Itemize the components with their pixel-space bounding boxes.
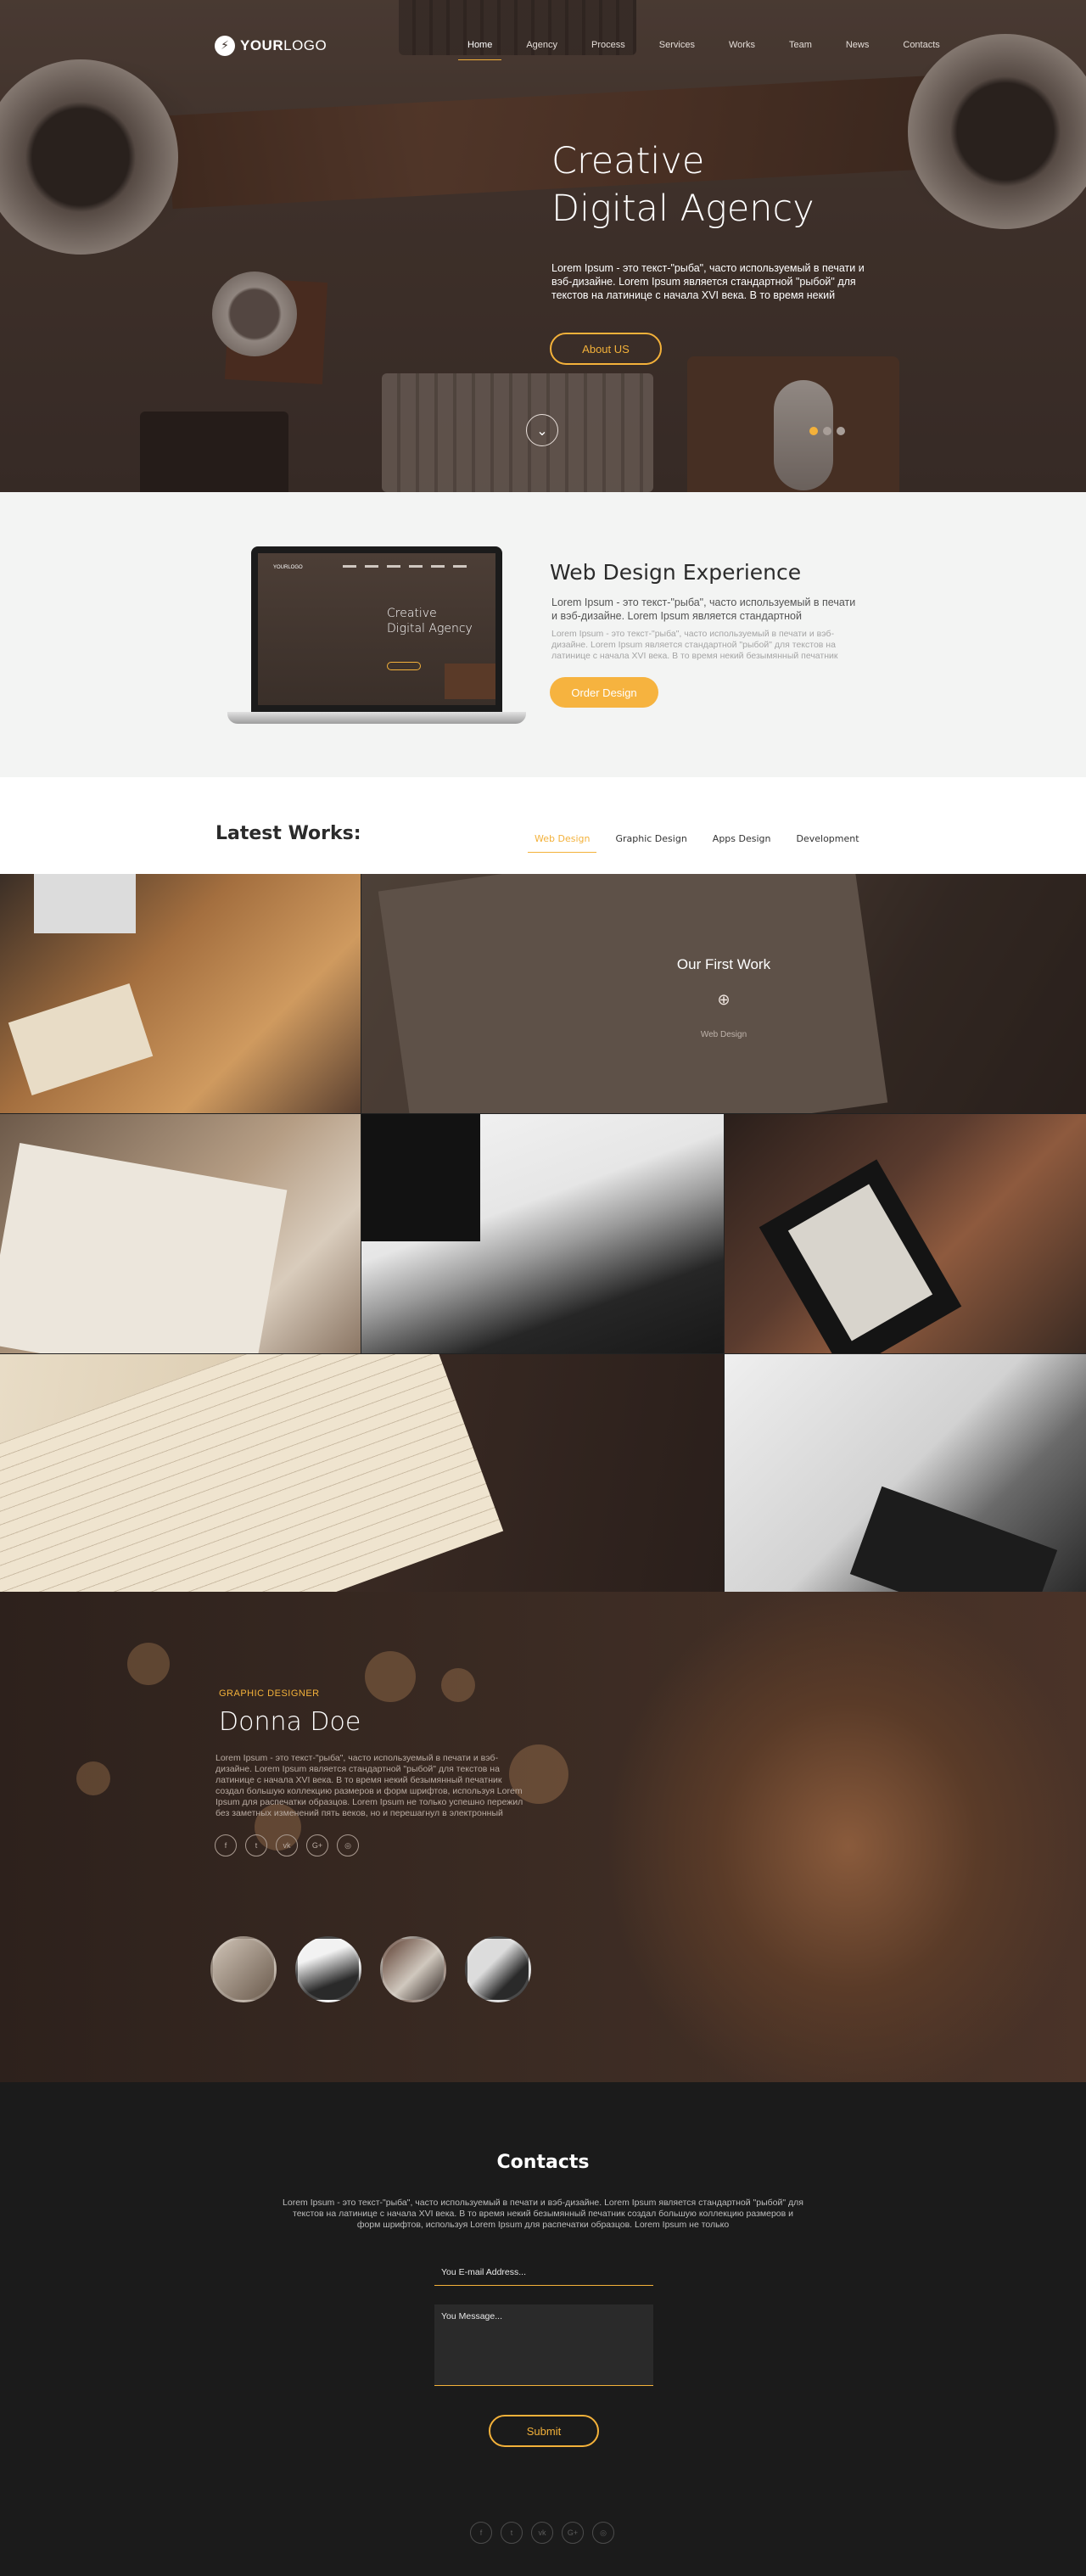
hero-title: Creative Digital Agency [551, 140, 814, 230]
nav-item-team[interactable]: Team [780, 40, 821, 60]
logo[interactable]: ⚡ YOURLOGO [215, 36, 327, 56]
mini-logo: YOURLOGO [273, 565, 303, 570]
facebook-icon[interactable]: f [215, 1834, 237, 1856]
team-member-role: GRAPHIC DESIGNER [219, 1688, 320, 1699]
vk-icon[interactable]: vk [531, 2522, 553, 2544]
nav-item-news[interactable]: News [837, 40, 879, 60]
hero-section: ⚡ YOURLOGO Home Agency Process Services Work… [0, 0, 1086, 492]
logo-text: YOURLOGO [240, 37, 327, 53]
works-header: Latest Works: Web Design Graphic Design Ap… [0, 777, 1086, 874]
vk-icon[interactable]: vk [276, 1834, 298, 1856]
nav-item-home[interactable]: Home [458, 40, 502, 60]
contacts-section: Contacts Lorem Ipsum - это текст-"рыба",… [0, 2082, 1086, 2576]
chevron-down-icon: ⌄ [536, 422, 548, 439]
works-title: Latest Works: [216, 823, 361, 844]
work-tile[interactable] [725, 1354, 1086, 1592]
tab-apps-design[interactable]: Apps Design [706, 833, 778, 853]
mini-decoration [445, 664, 495, 699]
team-social-links: f t vk G+ ◎ [215, 1834, 359, 1856]
instagram-icon[interactable]: ◎ [592, 2522, 614, 2544]
lightning-icon: ⚡ [215, 36, 235, 56]
contacts-description: Lorem Ipsum - это текст-"рыба", часто ис… [283, 2198, 803, 2230]
experience-title: Web Design Experience [550, 560, 802, 585]
footer-social-links: f t vk G+ ◎ [470, 2522, 614, 2544]
scroll-down-button[interactable]: ⌄ [526, 414, 558, 446]
slider-dot[interactable] [837, 427, 845, 435]
team-thumbnail[interactable] [465, 1936, 531, 2002]
laptop-display: YOURLOGO Creative Digital Agency [258, 553, 495, 705]
work-tile-featured[interactable]: Our First Work ⊕ Web Design [361, 874, 1086, 1113]
message-field[interactable] [434, 2304, 653, 2386]
tab-web-design[interactable]: Web Design [528, 833, 597, 853]
zoom-in-icon[interactable]: ⊕ [714, 991, 733, 1010]
instagram-icon[interactable]: ◎ [337, 1834, 359, 1856]
nav-item-contacts[interactable]: Contacts [893, 40, 949, 60]
mini-button [387, 662, 421, 670]
work-tile[interactable] [0, 1354, 724, 1592]
team-section: GRAPHIC DESIGNER Donna Doe Lorem Ipsum -… [0, 1592, 1086, 2082]
laptop-base [227, 712, 526, 724]
experience-section: YOURLOGO Creative Digital Agency Web Des… [0, 492, 1086, 777]
works-grid: Our First Work ⊕ Web Design [0, 874, 1086, 1592]
work-tile[interactable] [725, 1114, 1086, 1353]
mini-nav [343, 565, 467, 568]
main-navigation: ⚡ YOURLOGO Home Agency Process Services Work… [0, 0, 1086, 68]
nav-item-agency[interactable]: Agency [517, 40, 567, 60]
works-filter-tabs: Web Design Graphic Design Apps Design Devel… [528, 833, 878, 853]
hero-description: Lorem Ipsum - это текст-"рыба", часто ис… [551, 262, 865, 301]
nav-links: Home Agency Process Services Works Team News Co… [458, 40, 965, 60]
twitter-icon[interactable]: t [245, 1834, 267, 1856]
slider-dot[interactable] [809, 427, 818, 435]
team-thumbnails [210, 1936, 531, 2002]
laptop-screen: YOURLOGO Creative Digital Agency [251, 546, 502, 712]
featured-work-title: Our First Work [676, 956, 771, 972]
team-member-name: Donna Doe [219, 1707, 361, 1737]
google-plus-icon[interactable]: G+ [562, 2522, 584, 2544]
experience-lead: Lorem Ipsum - это текст-"рыба", часто ис… [551, 596, 856, 622]
tab-development[interactable]: Development [790, 833, 866, 853]
work-tile[interactable] [0, 874, 361, 1113]
nav-item-works[interactable]: Works [719, 40, 764, 60]
experience-body: Lorem Ipsum - это текст-"рыба", часто ис… [551, 629, 838, 661]
facebook-icon[interactable]: f [470, 2522, 492, 2544]
order-design-button[interactable]: Order Design [550, 677, 658, 708]
team-thumbnail[interactable] [295, 1936, 361, 2002]
featured-work-category: Web Design [700, 1030, 747, 1039]
team-thumbnail[interactable] [380, 1936, 446, 2002]
twitter-icon[interactable]: t [501, 2522, 523, 2544]
about-us-button[interactable]: About US [550, 333, 662, 365]
submit-button[interactable]: Submit [489, 2415, 599, 2447]
email-field[interactable] [434, 2259, 653, 2286]
work-tile[interactable] [0, 1114, 361, 1353]
slider-dots [809, 427, 845, 435]
google-plus-icon[interactable]: G+ [306, 1834, 328, 1856]
slider-dot[interactable] [823, 427, 831, 435]
contacts-title: Contacts [496, 2152, 590, 2173]
team-member-bio: Lorem Ipsum - это текст-"рыба", часто ис… [216, 1753, 523, 1818]
nav-item-services[interactable]: Services [650, 40, 704, 60]
tab-graphic-design[interactable]: Graphic Design [608, 833, 693, 853]
nav-item-process[interactable]: Process [582, 40, 635, 60]
mini-title: Creative Digital Agency [387, 607, 473, 636]
laptop-mockup: YOURLOGO Creative Digital Agency [227, 546, 526, 725]
team-thumbnail[interactable] [210, 1936, 277, 2002]
work-tile[interactable] [361, 1114, 724, 1353]
